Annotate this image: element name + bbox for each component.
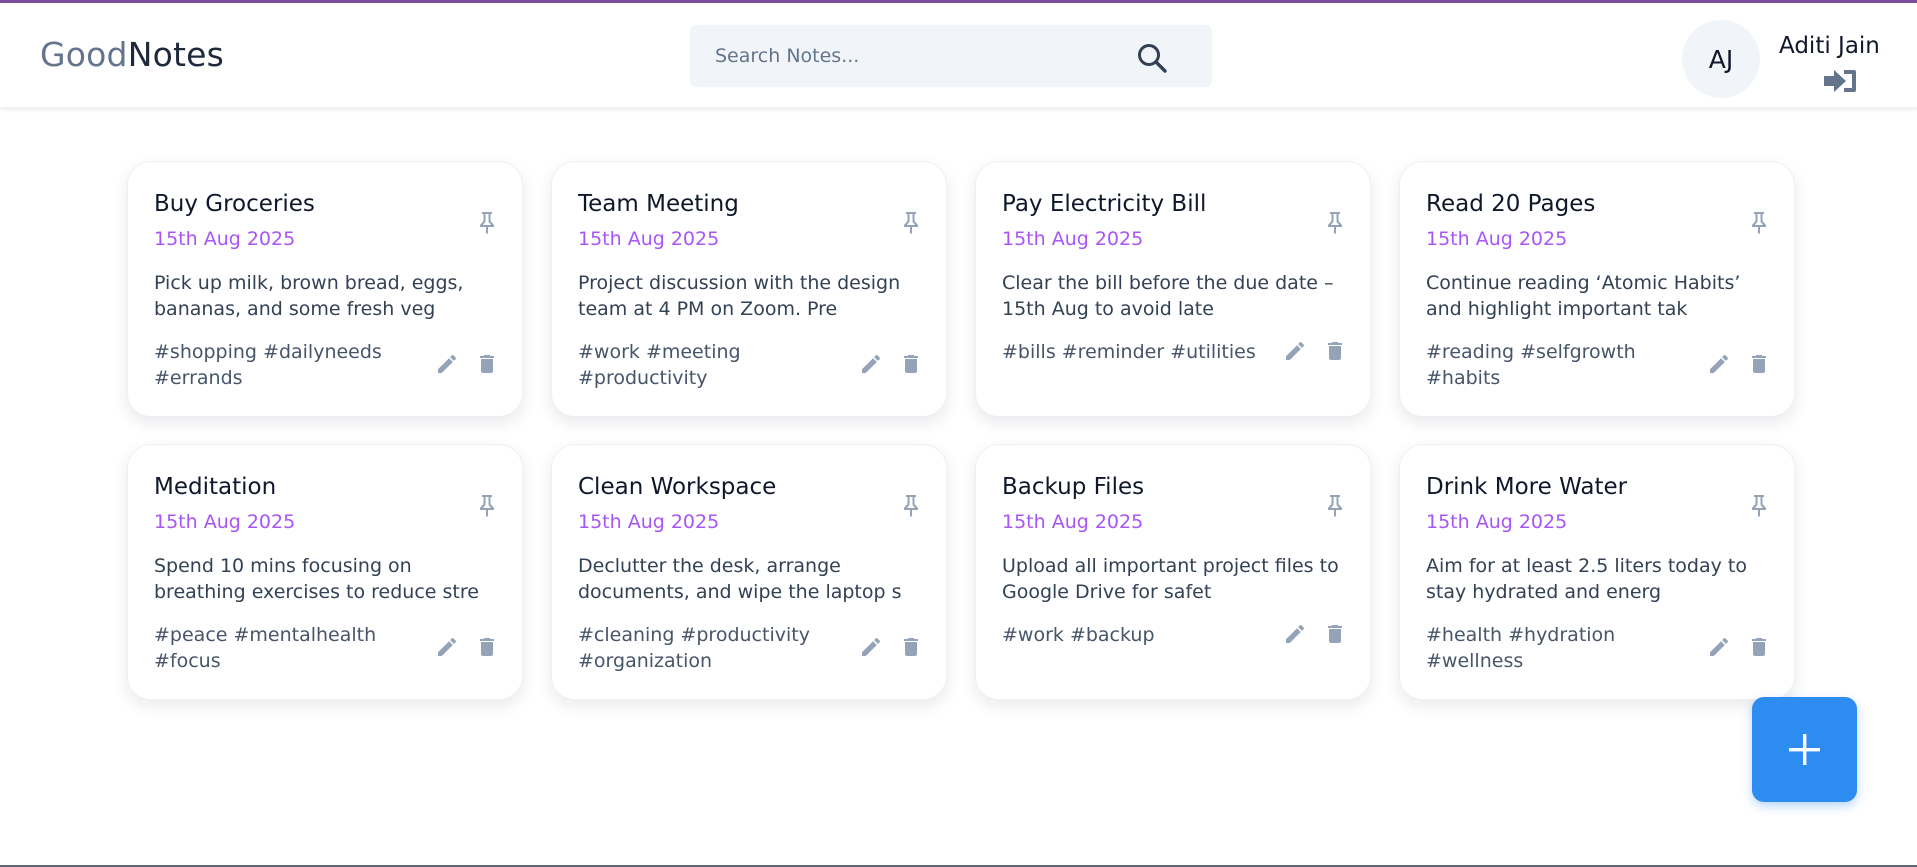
note-content: Spend 10 mins focusing on breathing exer… bbox=[154, 555, 479, 603]
note-tags: #peace #mentalhealth #focus bbox=[154, 624, 377, 672]
search-icon[interactable] bbox=[1136, 42, 1168, 74]
note-card[interactable]: Clean Workspace 15th Aug 2025 Declutter … bbox=[551, 444, 947, 700]
pencil-icon[interactable] bbox=[1707, 635, 1731, 659]
pencil-icon[interactable] bbox=[859, 352, 883, 376]
pencil-icon[interactable] bbox=[859, 635, 883, 659]
note-tags: #health #hydration #wellness bbox=[1426, 624, 1616, 672]
note-content: Aim for at least 2.5 liters today to sta… bbox=[1426, 555, 1747, 603]
note-tags: #work #meeting #productivity bbox=[578, 341, 741, 389]
note-date: 15th Aug 2025 bbox=[1426, 228, 1568, 250]
note-date: 15th Aug 2025 bbox=[1002, 511, 1144, 533]
search-input[interactable] bbox=[690, 25, 1130, 87]
trash-icon[interactable] bbox=[1747, 635, 1771, 659]
note-content: Pick up milk, brown bread, eggs, bananas… bbox=[154, 272, 464, 320]
note-card[interactable]: Buy Groceries 15th Aug 2025 Pick up milk… bbox=[127, 161, 523, 417]
app-logo[interactable]: GoodNotes bbox=[40, 35, 224, 74]
note-title: Meditation bbox=[154, 474, 277, 500]
pencil-icon[interactable] bbox=[435, 352, 459, 376]
note-card[interactable]: Backup Files 15th Aug 2025 Upload all im… bbox=[975, 444, 1371, 700]
trash-icon[interactable] bbox=[1323, 339, 1347, 363]
navbar: GoodNotes AJ Aditi Jain bbox=[0, 3, 1917, 108]
note-tags: #shopping #dailyneeds #errands bbox=[154, 341, 382, 389]
trash-icon[interactable] bbox=[475, 352, 499, 376]
note-card[interactable]: Pay Electricity Bill 15th Aug 2025 Clear… bbox=[975, 161, 1371, 417]
pin-icon[interactable] bbox=[899, 210, 923, 234]
note-title: Pay Electricity Bill bbox=[1002, 191, 1207, 217]
pin-icon[interactable] bbox=[475, 493, 499, 517]
note-title: Team Meeting bbox=[578, 191, 739, 217]
pin-icon[interactable] bbox=[1323, 210, 1347, 234]
user-name: Aditi Jain bbox=[1779, 33, 1880, 59]
logo-text-good: Good bbox=[40, 35, 128, 74]
note-content: Upload all important project files to Go… bbox=[1002, 555, 1339, 603]
note-tags: #cleaning #productivity #organization bbox=[578, 624, 810, 672]
pencil-icon[interactable] bbox=[1283, 339, 1307, 363]
note-date: 15th Aug 2025 bbox=[578, 228, 720, 250]
note-tags: #bills #reminder #utilities bbox=[1002, 341, 1256, 363]
note-date: 15th Aug 2025 bbox=[1002, 228, 1144, 250]
avatar[interactable]: AJ bbox=[1682, 20, 1760, 98]
plus-icon bbox=[1789, 734, 1820, 765]
note-date: 15th Aug 2025 bbox=[578, 511, 720, 533]
pin-icon[interactable] bbox=[899, 493, 923, 517]
note-content: Continue reading ‘Atomic Habits’ and hig… bbox=[1426, 272, 1741, 320]
pencil-icon[interactable] bbox=[1707, 352, 1731, 376]
note-title: Drink More Water bbox=[1426, 474, 1628, 500]
note-content: Project discussion with the design team … bbox=[578, 272, 901, 320]
pencil-icon[interactable] bbox=[435, 635, 459, 659]
pin-icon[interactable] bbox=[475, 210, 499, 234]
note-title: Read 20 Pages bbox=[1426, 191, 1596, 217]
trash-icon[interactable] bbox=[899, 635, 923, 659]
note-date: 15th Aug 2025 bbox=[154, 511, 296, 533]
note-tags: #work #backup bbox=[1002, 624, 1155, 646]
avatar-initials: AJ bbox=[1708, 44, 1734, 74]
note-card[interactable]: Read 20 Pages 15th Aug 2025 Continue rea… bbox=[1399, 161, 1795, 417]
pin-icon[interactable] bbox=[1747, 493, 1771, 517]
note-date: 15th Aug 2025 bbox=[154, 228, 296, 250]
logo-text-notes: Notes bbox=[127, 35, 225, 74]
note-content: Declutter the desk, arrange documents, a… bbox=[578, 555, 902, 603]
trash-icon[interactable] bbox=[475, 635, 499, 659]
pin-icon[interactable] bbox=[1323, 493, 1347, 517]
note-content: Clear the bill before the due date – 15t… bbox=[1002, 272, 1334, 320]
note-card[interactable]: Team Meeting 15th Aug 2025 Project discu… bbox=[551, 161, 947, 417]
note-title: Buy Groceries bbox=[154, 191, 315, 217]
note-title: Clean Workspace bbox=[578, 474, 777, 500]
trash-icon[interactable] bbox=[899, 352, 923, 376]
pin-icon[interactable] bbox=[1747, 210, 1771, 234]
pencil-icon[interactable] bbox=[1283, 622, 1307, 646]
trash-icon[interactable] bbox=[1747, 352, 1771, 376]
note-card[interactable]: Meditation 15th Aug 2025 Spend 10 mins f… bbox=[127, 444, 523, 700]
note-card[interactable]: Drink More Water 15th Aug 2025 Aim for a… bbox=[1399, 444, 1795, 700]
search-bar bbox=[690, 25, 1212, 87]
note-date: 15th Aug 2025 bbox=[1426, 511, 1568, 533]
logout-icon[interactable] bbox=[1822, 67, 1858, 95]
note-title: Backup Files bbox=[1002, 474, 1145, 500]
note-tags: #reading #selfgrowth #habits bbox=[1426, 341, 1636, 389]
trash-icon[interactable] bbox=[1323, 622, 1347, 646]
add-note-button[interactable] bbox=[1752, 697, 1857, 802]
